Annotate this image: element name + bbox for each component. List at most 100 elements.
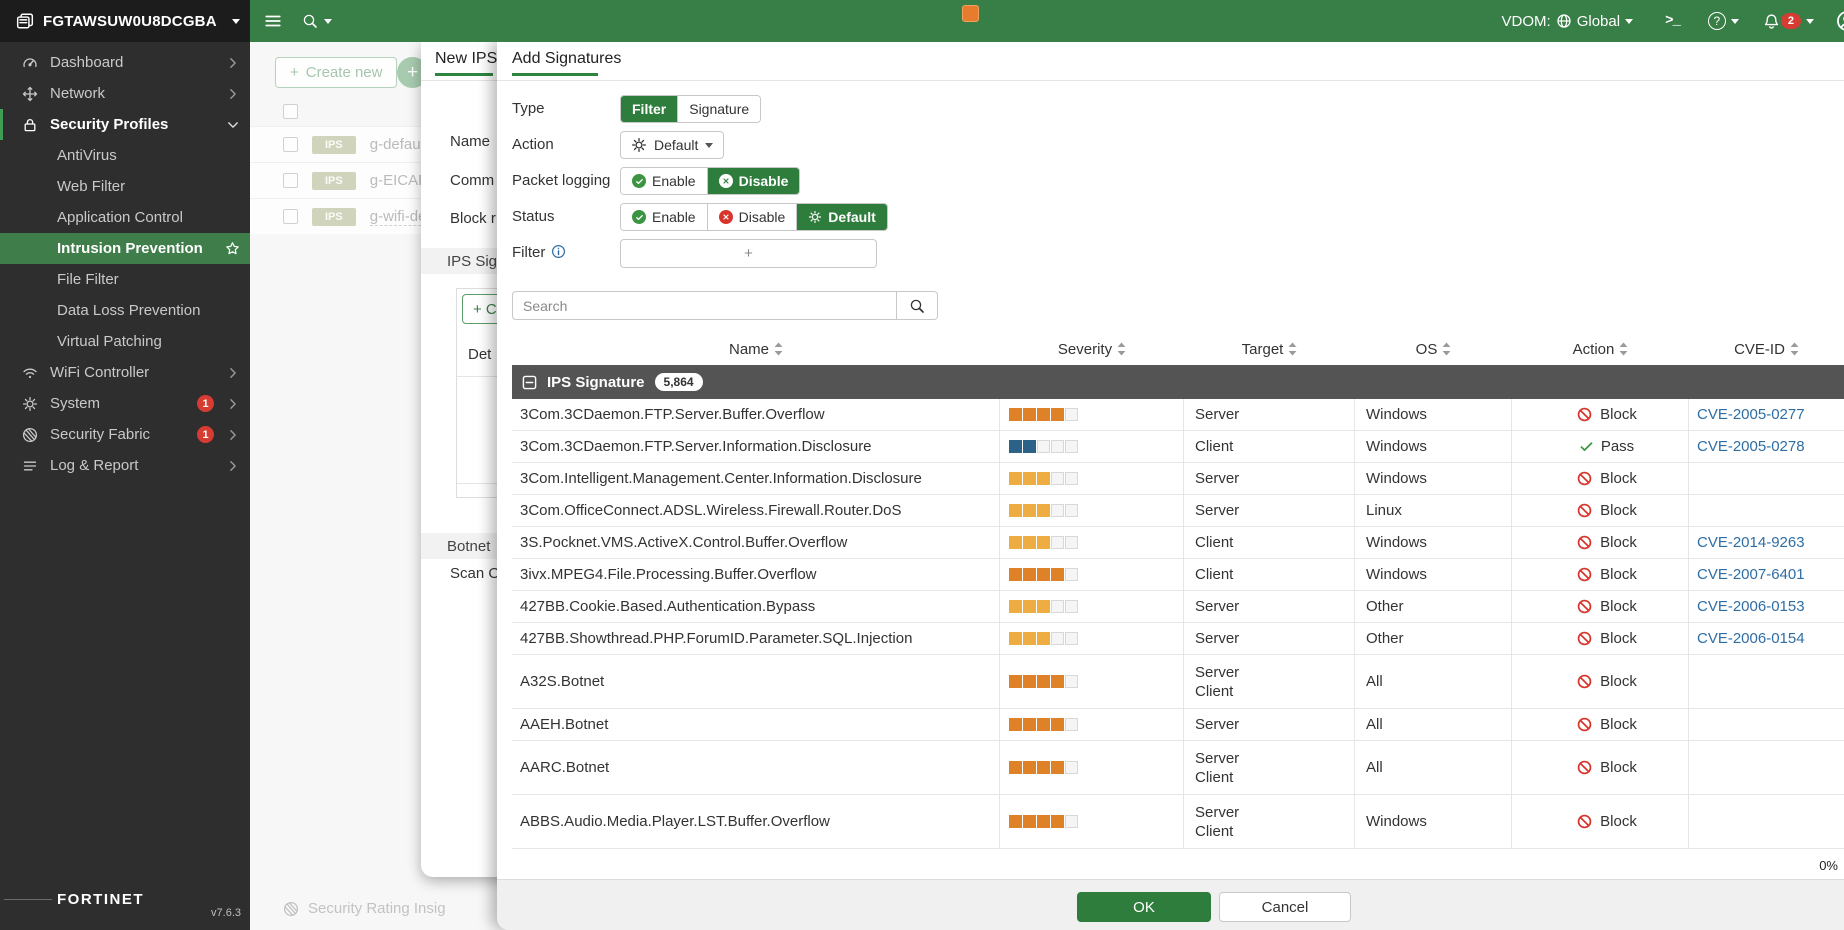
cancel-button[interactable]: Cancel — [1219, 892, 1351, 922]
name-label: Name — [450, 133, 490, 150]
cell-cve: CVE-2006-0153 — [1689, 591, 1844, 622]
action-default-dropdown[interactable]: Default — [620, 131, 724, 159]
user-icon — [1836, 10, 1844, 32]
cell-name: 427BB.Showthread.PHP.ForumID.Parameter.S… — [512, 623, 1000, 654]
table-row[interactable]: 3S.Pocknet.VMS.ActiveX.Control.Buffer.Ov… — [512, 527, 1844, 559]
status-option-default[interactable]: Default — [796, 204, 886, 230]
sidebar-item-intrusion-prevention[interactable]: Intrusion Prevention — [0, 233, 250, 264]
vdom-selector[interactable]: VDOM: Global — [1502, 13, 1634, 30]
cve-link[interactable]: CVE-2005-0277 — [1697, 406, 1844, 423]
filter-add-box[interactable]: + — [620, 239, 877, 268]
info-icon[interactable] — [551, 244, 566, 259]
table-row[interactable]: 3Com.3CDaemon.FTP.Server.Information.Dis… — [512, 431, 1844, 463]
severity-block — [1065, 440, 1078, 453]
signature-search — [512, 291, 938, 320]
hostname-selector[interactable]: FGTAWSUW0U8DCGBA — [0, 0, 250, 42]
table-row[interactable]: 427BB.Cookie.Based.Authentication.Bypass… — [512, 591, 1844, 623]
packet-logging-option-disable[interactable]: Disable — [707, 168, 800, 194]
search-button[interactable] — [897, 291, 938, 320]
type-toggle: FilterSignature — [620, 95, 761, 123]
severity-block — [1037, 440, 1050, 453]
vdom-value: Global — [1577, 13, 1620, 30]
collapse-icon[interactable] — [522, 375, 537, 390]
sidebar-item-wifi-controller[interactable]: WiFi Controller — [0, 357, 250, 388]
cell-os: Windows — [1355, 527, 1512, 558]
cell-target: Server — [1184, 399, 1355, 430]
column-header-label: Severity — [1058, 341, 1112, 358]
cve-link[interactable]: CVE-2014-9263 — [1697, 534, 1844, 551]
column-header-name[interactable]: Name — [512, 341, 1000, 358]
sidebar-item-data-loss-prevention[interactable]: Data Loss Prevention — [0, 295, 250, 326]
table-row[interactable]: 427BB.Showthread.PHP.ForumID.Parameter.S… — [512, 623, 1844, 655]
severity-bar — [1009, 718, 1183, 731]
sidebar-item-file-filter[interactable]: File Filter — [0, 264, 250, 295]
os-value: Other — [1366, 629, 1511, 648]
sidebar-item-network[interactable]: Network — [0, 78, 250, 109]
alert-flag-icon[interactable] — [962, 5, 979, 22]
search-chevron-icon[interactable] — [324, 19, 332, 24]
status-label: Status — [512, 203, 617, 231]
search-input[interactable] — [512, 291, 897, 320]
target-value: Client — [1195, 565, 1354, 584]
column-header-os[interactable]: OS — [1355, 341, 1512, 358]
type-option-filter[interactable]: Filter — [621, 96, 677, 122]
sidebar-item-dashboard[interactable]: Dashboard — [0, 47, 250, 78]
cell-target: ServerClient — [1184, 655, 1355, 708]
status-option-disable[interactable]: Disable — [707, 204, 797, 230]
packet-logging-toggle: EnableDisable — [620, 167, 800, 195]
table-row[interactable]: 3ivx.MPEG4.File.Processing.Buffer.Overfl… — [512, 559, 1844, 591]
signature-name: ABBS.Audio.Media.Player.LST.Buffer.Overf… — [520, 813, 999, 830]
table-row[interactable]: ABBS.Audio.Media.Player.LST.Buffer.Overf… — [512, 795, 1844, 849]
sidebar-item-application-control[interactable]: Application Control — [0, 202, 250, 233]
sidebar-item-virtual-patching[interactable]: Virtual Patching — [0, 326, 250, 357]
type-option-signature[interactable]: Signature — [677, 96, 760, 122]
cve-link[interactable]: CVE-2006-0153 — [1697, 598, 1844, 615]
globe-icon — [1556, 13, 1572, 29]
column-header-severity[interactable]: Severity — [1000, 341, 1184, 358]
signature-name: 427BB.Cookie.Based.Authentication.Bypass — [520, 598, 999, 615]
sidebar-item-label: Security Fabric — [50, 426, 185, 443]
table-row[interactable]: 3Com.3CDaemon.FTP.Server.Buffer.Overflow… — [512, 399, 1844, 431]
table-row[interactable]: 3Com.OfficeConnect.ADSL.Wireless.Firewal… — [512, 495, 1844, 527]
column-header-cveid[interactable]: CVE-ID — [1689, 341, 1844, 358]
search-icon[interactable] — [302, 13, 318, 29]
target-value: Server — [1195, 715, 1354, 734]
help-menu[interactable]: ? — [1708, 12, 1739, 30]
notifications-menu[interactable]: 2 — [1763, 13, 1814, 30]
table-row[interactable]: AAEH.BotnetServerAllBlock — [512, 709, 1844, 741]
user-menu[interactable] — [1836, 10, 1844, 32]
severity-block — [1023, 761, 1036, 774]
block-icon — [1576, 406, 1593, 423]
cve-link[interactable]: CVE-2006-0154 — [1697, 630, 1844, 647]
table-row[interactable]: AARC.BotnetServerClientAllBlock — [512, 741, 1844, 795]
group-header-row[interactable]: IPS Signature 5,864 — [512, 365, 1844, 399]
column-header-label: Target — [1242, 341, 1284, 358]
status-option-enable[interactable]: Enable — [621, 204, 707, 230]
sidebar-item-antivirus[interactable]: AntiVirus — [0, 140, 250, 171]
cli-console-button[interactable]: >_ — [1665, 13, 1680, 29]
target-value: Server — [1195, 501, 1354, 520]
sidebar-item-security-profiles[interactable]: Security Profiles — [0, 109, 250, 140]
sidebar-item-security-fabric[interactable]: Security Fabric1 — [0, 419, 250, 450]
cell-target: ServerClient — [1184, 795, 1355, 848]
cve-link[interactable]: CVE-2007-6401 — [1697, 566, 1844, 583]
cve-link[interactable]: CVE-2005-0278 — [1697, 438, 1844, 455]
signature-name: 3ivx.MPEG4.File.Processing.Buffer.Overfl… — [520, 566, 999, 583]
cell-name: ABBS.Audio.Media.Player.LST.Buffer.Overf… — [512, 795, 1000, 848]
severity-block — [1037, 472, 1050, 485]
tab-add-signatures[interactable]: Add Signatures — [512, 50, 621, 68]
table-row[interactable]: A32S.BotnetServerClientAllBlock — [512, 655, 1844, 709]
target-value: Server — [1195, 663, 1354, 682]
severity-block — [1023, 472, 1036, 485]
sidebar-item-system[interactable]: System1 — [0, 388, 250, 419]
chevron-down-icon — [1806, 19, 1814, 24]
column-header-action[interactable]: Action — [1512, 341, 1689, 358]
ok-button[interactable]: OK — [1077, 892, 1211, 922]
sidebar-item-log-report[interactable]: Log & Report — [0, 450, 250, 481]
wifi-icon — [22, 365, 38, 381]
hamburger-menu-icon[interactable] — [264, 12, 282, 30]
column-header-target[interactable]: Target — [1184, 341, 1355, 358]
sidebar-item-web-filter[interactable]: Web Filter — [0, 171, 250, 202]
table-row[interactable]: 3Com.Intelligent.Management.Center.Infor… — [512, 463, 1844, 495]
packet-logging-option-enable[interactable]: Enable — [621, 168, 707, 194]
